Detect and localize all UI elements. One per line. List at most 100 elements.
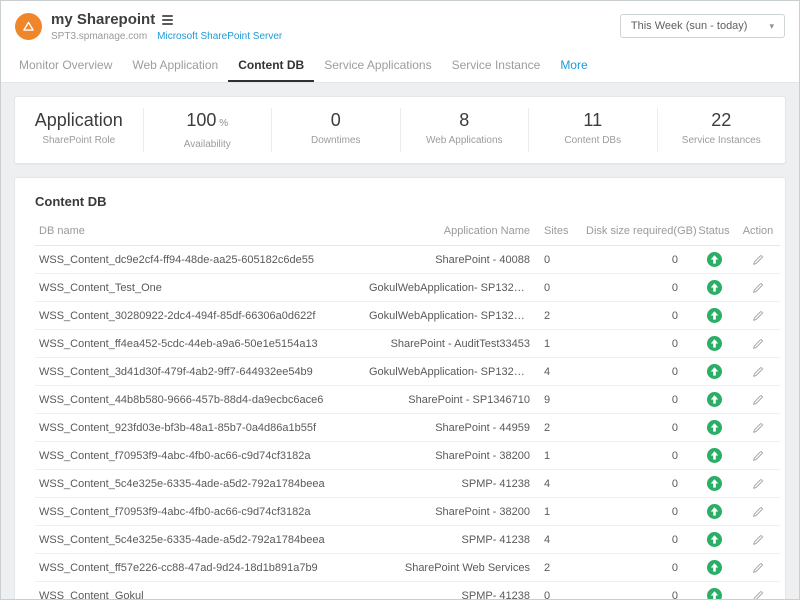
status-up-icon <box>707 476 722 491</box>
db-name-cell: WSS_Content_30280922-2dc4-494f-85df-6630… <box>35 302 365 330</box>
edit-icon[interactable] <box>752 562 764 574</box>
application-name-cell: SharePoint Web Services <box>365 554 540 582</box>
table-row: WSS_Content_3d41d30f-479f-4ab2-9ff7-6449… <box>35 358 780 386</box>
db-name-cell: WSS_Content_dc9e2cf4-ff94-48de-aa25-6051… <box>35 246 365 274</box>
table-row: WSS_Content_dc9e2cf4-ff94-48de-aa25-6051… <box>35 246 780 274</box>
edit-icon[interactable] <box>752 478 764 490</box>
application-name-cell: SharePoint - AuditTest33453 <box>365 330 540 358</box>
edit-icon[interactable] <box>752 338 764 350</box>
sites-cell: 4 <box>540 526 582 554</box>
table-header-row: DB nameApplication NameSitesDisk size re… <box>35 217 780 246</box>
monitor-host: SPT3.spmanage.com <box>51 31 147 42</box>
status-up-icon <box>707 560 722 575</box>
status-up-icon <box>707 308 722 323</box>
edit-icon[interactable] <box>752 422 764 434</box>
edit-icon[interactable] <box>752 282 764 294</box>
content-area: ApplicationSharePoint Role100 %Availabil… <box>1 83 799 599</box>
table-row: WSS_Content_923fd03e-bf3b-48a1-85b7-0a4d… <box>35 414 780 442</box>
db-name-cell: WSS_Content_ff4ea452-5cdc-44eb-a9a6-50e1… <box>35 330 365 358</box>
tab-monitor-overview[interactable]: Monitor Overview <box>9 51 122 82</box>
tab-web-application[interactable]: Web Application <box>122 51 228 82</box>
server-type-link[interactable]: Microsoft SharePoint Server <box>157 31 282 42</box>
edit-icon[interactable] <box>752 590 764 599</box>
disk-size-cell: 0 <box>582 274 692 302</box>
action-cell <box>736 554 780 582</box>
edit-icon[interactable] <box>752 394 764 406</box>
edit-icon[interactable] <box>752 310 764 322</box>
status-cell <box>692 414 736 442</box>
status-up-icon <box>707 420 722 435</box>
column-header-sites: Sites <box>540 217 582 246</box>
table-row: WSS_Content_f70953f9-4abc-4fb0-ac66-c9d7… <box>35 498 780 526</box>
application-name-cell: SharePoint - 38200 <box>365 442 540 470</box>
column-header-disk-size-required-gb: Disk size required(GB) <box>582 217 692 246</box>
stat-value: 8 <box>405 110 525 130</box>
content-db-table: DB nameApplication NameSitesDisk size re… <box>35 217 780 599</box>
status-up-icon <box>707 364 722 379</box>
stat-value: 100 % <box>148 110 268 134</box>
stat-sharepoint-role: ApplicationSharePoint Role <box>15 108 143 152</box>
edit-icon[interactable] <box>752 450 764 462</box>
status-cell <box>692 246 736 274</box>
action-cell <box>736 414 780 442</box>
db-name-cell: WSS_Content_5c4e325e-6335-4ade-a5d2-792a… <box>35 526 365 554</box>
stat-value: 22 <box>662 110 782 130</box>
sites-cell: 0 <box>540 582 582 600</box>
edit-icon[interactable] <box>752 506 764 518</box>
sites-cell: 2 <box>540 414 582 442</box>
column-header-status: Status <box>692 217 736 246</box>
sites-cell: 0 <box>540 274 582 302</box>
app-header: my Sharepoint SPT3.spmanage.com Microsof… <box>1 1 799 51</box>
tab-content-db[interactable]: Content DB <box>228 51 314 82</box>
disk-size-cell: 0 <box>582 330 692 358</box>
content-db-card: Content DB DB nameApplication NameSitesD… <box>14 177 786 599</box>
edit-icon[interactable] <box>752 254 764 266</box>
application-name-cell: SPMP- 41238 <box>365 582 540 600</box>
edit-icon[interactable] <box>752 534 764 546</box>
disk-size-cell: 0 <box>582 554 692 582</box>
monitor-title: my Sharepoint <box>51 11 155 28</box>
db-name-cell: WSS_Content_5c4e325e-6335-4ade-a5d2-792a… <box>35 470 365 498</box>
sites-cell: 4 <box>540 470 582 498</box>
action-cell <box>736 246 780 274</box>
application-name-cell: SharePoint - 38200 <box>365 498 540 526</box>
db-name-cell: WSS_Content_f70953f9-4abc-4fb0-ac66-c9d7… <box>35 498 365 526</box>
card-title: Content DB <box>35 194 765 209</box>
db-name-cell: WSS_Content_Gokul <box>35 582 365 600</box>
status-cell <box>692 358 736 386</box>
disk-size-cell: 0 <box>582 246 692 274</box>
edit-icon[interactable] <box>752 366 764 378</box>
stat-availability: 100 %Availability <box>143 108 272 152</box>
tab-bar: Monitor OverviewWeb ApplicationContent D… <box>1 51 799 83</box>
menu-icon[interactable] <box>162 14 173 25</box>
tab-service-instance[interactable]: Service Instance <box>442 51 551 82</box>
stat-label: SharePoint Role <box>19 135 139 146</box>
time-range-select[interactable]: This Week (sun - today) ▾ <box>620 14 785 38</box>
sites-cell: 2 <box>540 554 582 582</box>
action-cell <box>736 526 780 554</box>
stat-value: 11 <box>533 110 653 130</box>
db-name-cell: WSS_Content_44b8b580-9666-457b-88d4-da9e… <box>35 386 365 414</box>
sites-cell: 1 <box>540 330 582 358</box>
stat-label: Web Applications <box>405 135 525 146</box>
action-cell <box>736 358 780 386</box>
table-row: WSS_Content_44b8b580-9666-457b-88d4-da9e… <box>35 386 780 414</box>
table-row: WSS_Content_30280922-2dc4-494f-85df-6630… <box>35 302 780 330</box>
status-cell <box>692 302 736 330</box>
application-name-cell: SPMP- 41238 <box>365 470 540 498</box>
time-range-label: This Week (sun - today) <box>631 20 748 32</box>
action-cell <box>736 582 780 600</box>
tab-more[interactable]: More <box>550 51 597 82</box>
application-name-cell: SharePoint - 44959 <box>365 414 540 442</box>
db-name-cell: WSS_Content_923fd03e-bf3b-48a1-85b7-0a4d… <box>35 414 365 442</box>
status-up-icon <box>707 532 722 547</box>
disk-size-cell: 0 <box>582 442 692 470</box>
stat-downtimes: 0Downtimes <box>271 108 400 152</box>
status-cell <box>692 330 736 358</box>
monitor-title-block: my Sharepoint SPT3.spmanage.com Microsof… <box>51 11 282 42</box>
tab-service-applications[interactable]: Service Applications <box>314 51 441 82</box>
sites-cell: 9 <box>540 386 582 414</box>
status-up-icon <box>707 392 722 407</box>
disk-size-cell: 0 <box>582 358 692 386</box>
action-cell <box>736 442 780 470</box>
